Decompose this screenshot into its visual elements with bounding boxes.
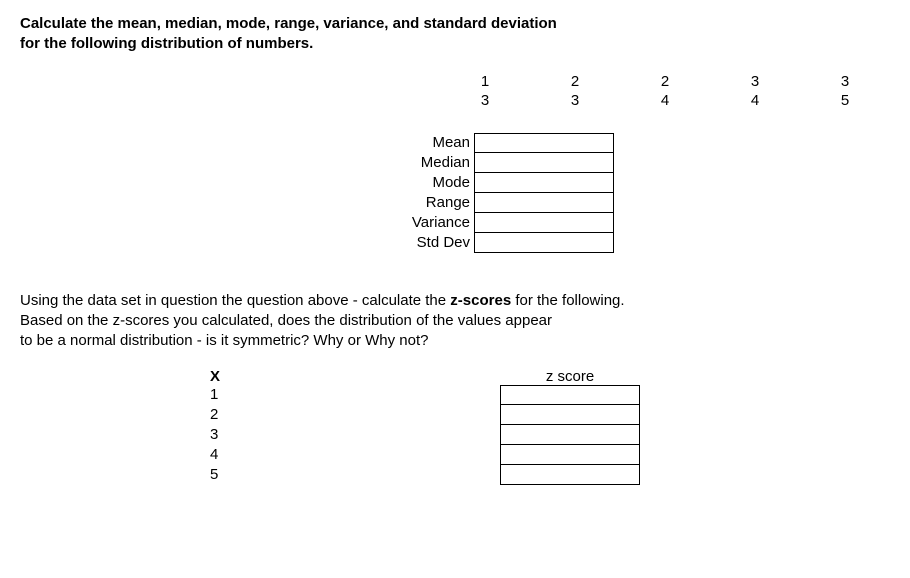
z-input[interactable] [500, 385, 640, 405]
data-cell: 3 [710, 73, 800, 90]
stats-row-variance: Variance [390, 213, 890, 233]
z-x-value: 4 [210, 445, 246, 465]
stats-label: Variance [390, 213, 474, 233]
data-cell: 2 [620, 73, 710, 90]
q2-line1-a: Using the data set in question the quest… [20, 292, 450, 309]
data-cell: 1 [440, 73, 530, 90]
data-row-1: 1 2 2 3 3 [440, 73, 890, 90]
q2-line1-b: z-scores [450, 292, 511, 309]
z-header-score: z score [500, 368, 640, 385]
z-row: 5 [210, 465, 640, 485]
stats-label: Mean [390, 133, 474, 153]
z-row: 1 [210, 385, 640, 405]
stats-row-stddev: Std Dev [390, 233, 890, 253]
data-cell: 4 [710, 92, 800, 109]
z-input[interactable] [500, 425, 640, 445]
z-row: 4 [210, 445, 640, 465]
z-x-value: 5 [210, 465, 246, 485]
z-header-x: X [210, 368, 246, 385]
data-cell: 2 [530, 73, 620, 90]
stats-input-mode[interactable] [474, 173, 614, 193]
z-row: 3 [210, 425, 640, 445]
stats-label: Std Dev [390, 233, 474, 253]
z-row: 2 [210, 405, 640, 425]
stats-row-mean: Mean [390, 133, 890, 153]
stats-label: Range [390, 193, 474, 213]
q1-prompt-line2: for the following distribution of number… [20, 34, 890, 54]
data-cell: 3 [530, 92, 620, 109]
data-cell: 5 [800, 92, 890, 109]
stats-label: Median [390, 153, 474, 173]
stats-input-median[interactable] [474, 153, 614, 173]
z-x-value: 3 [210, 425, 246, 445]
stats-row-mode: Mode [390, 173, 890, 193]
z-input[interactable] [500, 445, 640, 465]
z-input[interactable] [500, 465, 640, 485]
stats-input-mean[interactable] [474, 133, 614, 153]
data-cell: 4 [620, 92, 710, 109]
stats-input-variance[interactable] [474, 213, 614, 233]
q2-prompt-line2: Based on the z-scores you calculated, do… [20, 311, 890, 331]
data-cell: 3 [800, 73, 890, 90]
data-cell: 3 [440, 92, 530, 109]
data-row-2: 3 3 4 4 5 [440, 92, 890, 109]
q2-line1-c: for the following. [511, 292, 624, 309]
z-input[interactable] [500, 405, 640, 425]
q1-prompt-line1: Calculate the mean, median, mode, range,… [20, 14, 890, 34]
stats-row-range: Range [390, 193, 890, 213]
stats-row-median: Median [390, 153, 890, 173]
stats-input-range[interactable] [474, 193, 614, 213]
z-x-value: 1 [210, 385, 246, 405]
z-x-value: 2 [210, 405, 246, 425]
zscore-table: X z score 1 2 3 4 5 [210, 365, 640, 485]
q2-prompt-line1: Using the data set in question the quest… [20, 291, 890, 311]
stats-table: Mean Median Mode Range Variance Std Dev [390, 133, 890, 253]
q2-prompt-line3: to be a normal distribution - is it symm… [20, 331, 890, 351]
stats-input-stddev[interactable] [474, 233, 614, 253]
stats-label: Mode [390, 173, 474, 193]
